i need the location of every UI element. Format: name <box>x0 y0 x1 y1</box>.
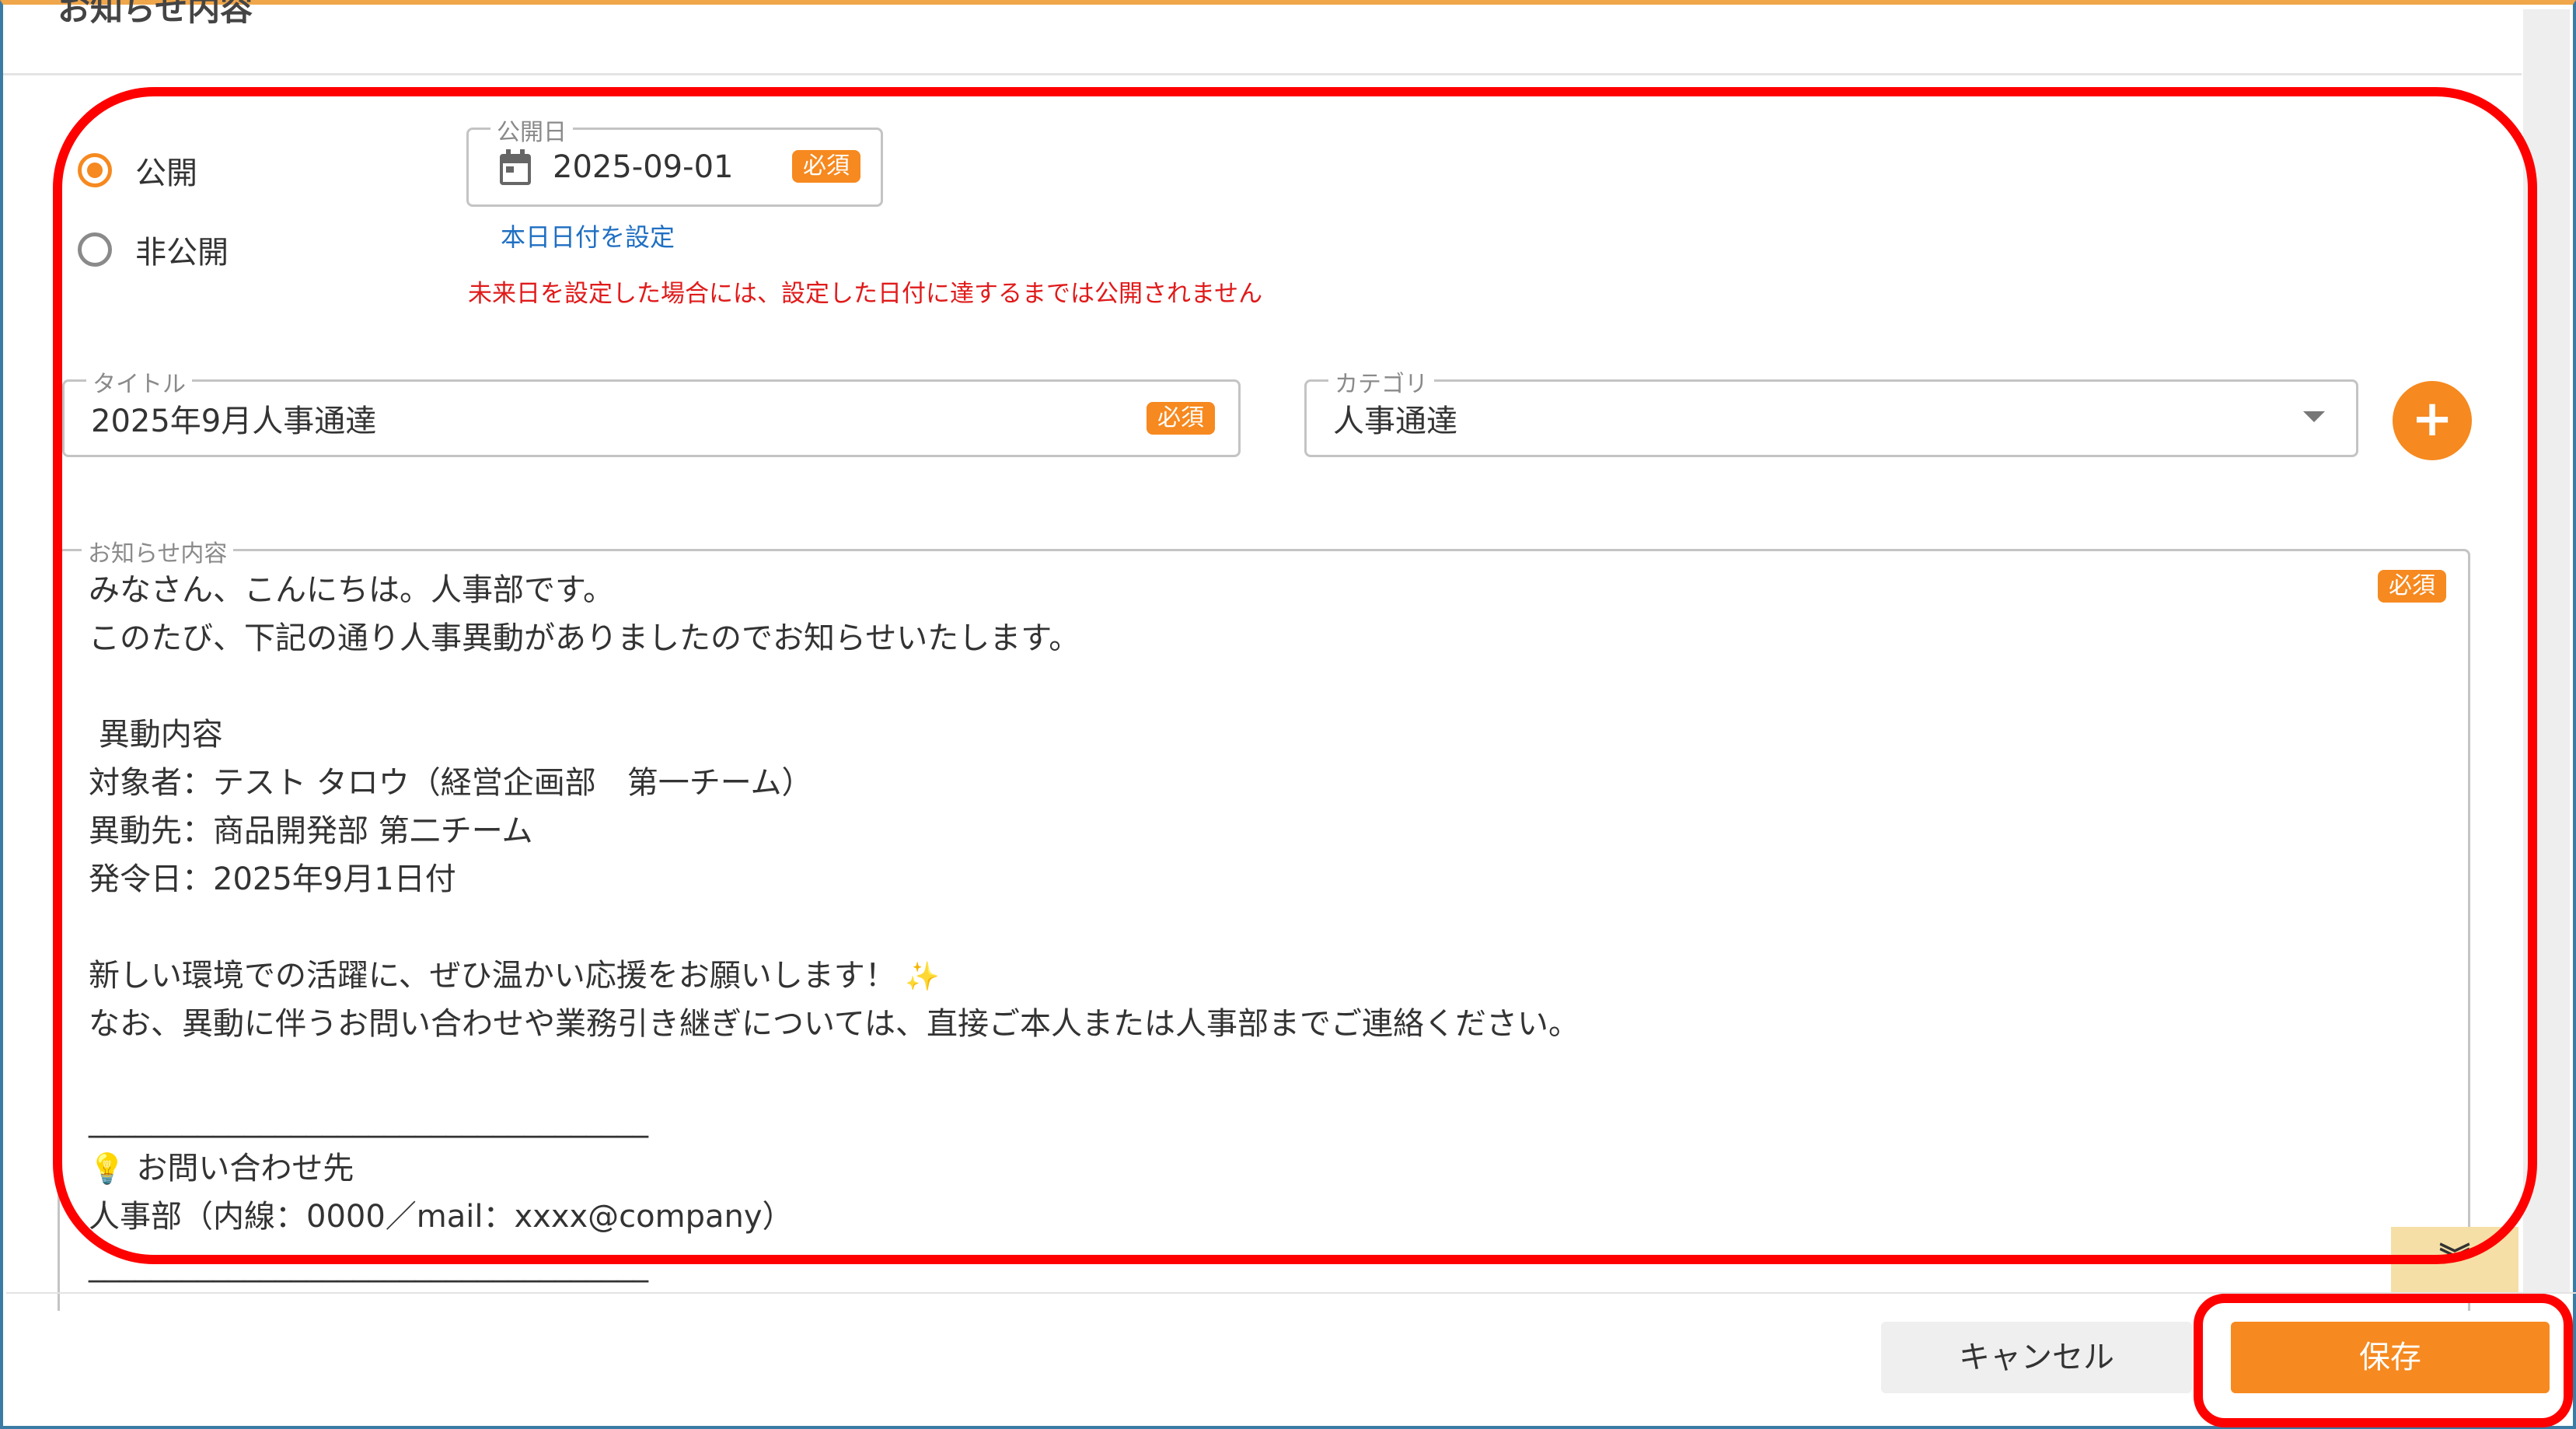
annotation-highlight-save <box>2194 1294 2573 1427</box>
footer-divider <box>6 1292 2576 1294</box>
annotation-highlight-form <box>53 87 2537 1264</box>
top-divider <box>3 73 2522 75</box>
cancel-button[interactable]: キャンセル <box>1881 1322 2192 1393</box>
section-title: お知らせ内容 <box>58 0 253 28</box>
notice-edit-dialog: お知らせ内容 公開 非公開 公開日 2025-09-01 必須 本日日付を設定 … <box>0 0 2576 1429</box>
